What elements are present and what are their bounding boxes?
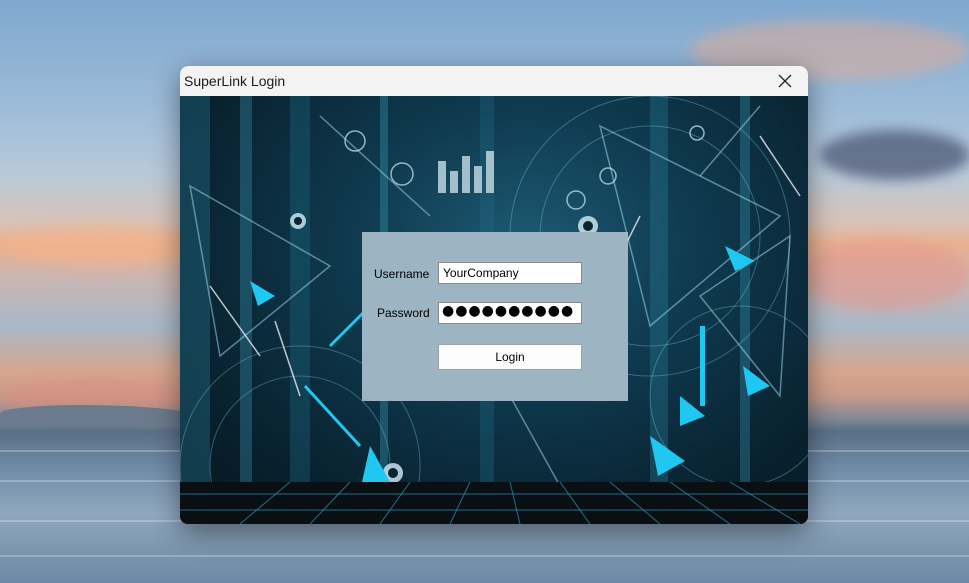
login-form-panel: Username Password ●●●●●●●●●● Login xyxy=(362,232,628,401)
password-label: Password xyxy=(377,306,430,320)
username-label: Username xyxy=(374,267,430,281)
close-button[interactable] xyxy=(762,66,808,96)
close-icon xyxy=(778,74,792,88)
login-window: SuperLink Login Username YourCompany Pas… xyxy=(180,66,808,524)
login-client-area: Username Password ●●●●●●●●●● Login xyxy=(180,96,808,524)
login-button[interactable]: Login xyxy=(438,344,582,370)
username-input[interactable] xyxy=(438,262,582,284)
window-title: SuperLink Login xyxy=(184,73,286,89)
password-input[interactable] xyxy=(438,302,582,324)
title-bar[interactable]: SuperLink Login xyxy=(180,66,808,96)
